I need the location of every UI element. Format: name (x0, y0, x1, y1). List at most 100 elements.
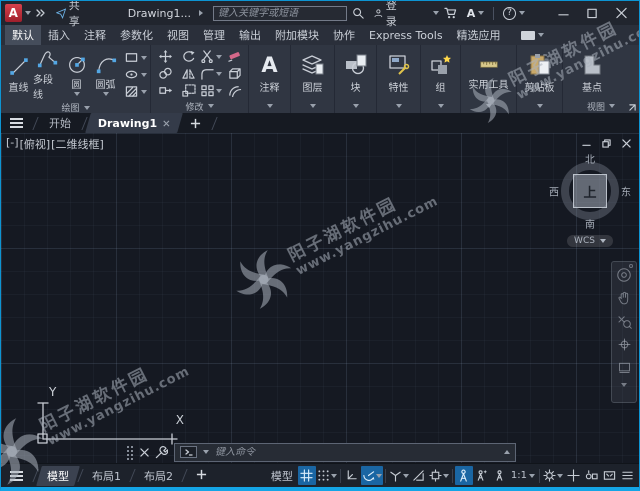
crosshair-button[interactable] (564, 466, 582, 485)
view-panel-label[interactable]: 视图 (563, 99, 639, 113)
ribbon-tab-home[interactable]: 默认 (5, 25, 41, 45)
command-line-grip[interactable] (126, 444, 134, 460)
showmotion-icon[interactable] (617, 360, 632, 375)
model-space-toggle[interactable]: 模型 (271, 468, 293, 484)
ribbon-tab-insert[interactable]: 插入 (41, 25, 77, 45)
title-caret-icon[interactable] (198, 10, 203, 16)
circle-tool[interactable]: 圆 (62, 53, 91, 96)
wcs-menu[interactable]: WCS (567, 235, 613, 247)
pan-hand-icon[interactable] (617, 291, 632, 306)
file-tabs-menu-button[interactable] (10, 118, 23, 128)
drawing-canvas[interactable]: [-] [俯视] [二维线框] 北 南 西 东 上 WCS Y X 键入命令 (1, 133, 639, 463)
object-snap-caret-icon[interactable] (442, 473, 449, 478)
ellipse-tool[interactable] (125, 68, 147, 81)
annotate-button[interactable]: A 注释 (252, 53, 287, 94)
workspace-switching-button[interactable] (542, 466, 564, 485)
ribbon-tab-output[interactable]: 输出 (232, 25, 268, 45)
compass-south[interactable]: 南 (585, 216, 595, 231)
view-dialog-launcher-icon[interactable] (629, 104, 636, 111)
sign-in-caret-icon[interactable] (432, 11, 439, 15)
offset-tool[interactable] (227, 84, 242, 97)
groups-panel-caret[interactable] (421, 99, 460, 113)
viewport-visual-style-control[interactable]: [二维线框] (51, 136, 104, 152)
isometric-drafting-toggle[interactable] (388, 466, 410, 485)
help-button[interactable]: ? (503, 6, 525, 20)
autodesk-app-button[interactable]: A (467, 7, 485, 20)
ribbon-tab-manage[interactable]: 管理 (196, 25, 232, 45)
ribbon-tab-addins[interactable]: 附加模块 (268, 25, 326, 45)
grid-toggle[interactable] (297, 466, 316, 485)
layers-panel-caret[interactable] (291, 99, 334, 113)
fillet-tool[interactable] (200, 67, 222, 80)
drawing1-tab[interactable]: Drawing1 (85, 113, 184, 133)
app-store-button[interactable] (444, 7, 457, 19)
drawing-minimize-button[interactable] (582, 139, 591, 148)
maximize-button[interactable] (587, 7, 598, 19)
ribbon-tab-view[interactable]: 视图 (160, 25, 196, 45)
block-panel-caret[interactable] (335, 99, 376, 113)
drawing-close-button[interactable] (622, 139, 631, 148)
command-line-bar[interactable] (174, 442, 516, 462)
rectangle-tool[interactable] (125, 51, 147, 64)
new-drawing-tab-button[interactable] (180, 113, 211, 133)
drawing-restore-button[interactable] (602, 139, 611, 148)
properties-button[interactable]: 特性 (380, 53, 417, 94)
isometric-caret-icon[interactable] (402, 473, 409, 478)
application-menu-button[interactable]: A (5, 4, 22, 22)
circle-split-caret-icon[interactable] (73, 92, 80, 96)
array-tool[interactable] (200, 84, 222, 97)
layout1-tab[interactable]: 布局1 (84, 466, 129, 486)
tab-close-icon[interactable] (163, 119, 170, 127)
modify-panel-label[interactable]: 修改 (151, 99, 248, 113)
viewcube-compass-ring[interactable]: 北 南 西 东 上 (549, 155, 631, 231)
close-button[interactable] (616, 7, 627, 19)
quick-access-expand-button[interactable] (35, 9, 46, 17)
compass-east[interactable]: 东 (621, 184, 631, 199)
ortho-toggle[interactable] (343, 466, 361, 485)
explode-tool[interactable] (227, 67, 242, 80)
layout2-tab[interactable]: 布局2 (136, 466, 181, 486)
command-customize-wrench-icon[interactable] (155, 445, 168, 459)
compass-north[interactable]: 北 (585, 151, 595, 166)
rotate-tool[interactable] (181, 50, 196, 63)
move-tool[interactable] (158, 50, 173, 63)
group-button[interactable]: 组 (424, 53, 457, 94)
mirror-tool[interactable] (181, 67, 196, 80)
navigation-bar[interactable] (611, 261, 637, 403)
isolate-objects-button[interactable] (582, 466, 600, 485)
ribbon-tab-express-tools[interactable]: Express Tools (362, 25, 450, 45)
polar-tracking-toggle[interactable] (360, 466, 383, 485)
command-prompt-icon[interactable] (180, 446, 197, 458)
layers-button[interactable]: 图层 (294, 53, 331, 94)
annotation-panel-caret[interactable] (249, 99, 290, 113)
arc-split-caret-icon[interactable] (102, 92, 109, 96)
app-menu-caret-icon[interactable] (24, 11, 31, 15)
command-history-caret-icon[interactable] (203, 450, 209, 454)
command-line-close-icon[interactable] (140, 447, 149, 457)
start-tab[interactable]: 开始 (39, 113, 81, 133)
ribbon-tab-annotate[interactable]: 注释 (77, 25, 113, 45)
ribbon-tab-collaborate[interactable]: 协作 (326, 25, 362, 45)
model-tab[interactable]: 模型 (36, 465, 80, 486)
minimize-button[interactable] (558, 7, 569, 19)
snap-caret-icon[interactable] (330, 473, 337, 478)
polar-caret-icon[interactable] (375, 473, 382, 478)
ribbon-tab-parametric[interactable]: 参数化 (113, 25, 160, 45)
command-input[interactable] (215, 446, 498, 458)
ribbon-display-toggle[interactable] (516, 25, 549, 45)
viewcube-top-face[interactable]: 上 (573, 174, 607, 208)
hatch-tool[interactable] (125, 85, 147, 98)
search-button[interactable] (352, 7, 364, 19)
workspace-caret-icon[interactable] (557, 473, 563, 478)
stretch-tool[interactable] (158, 84, 173, 97)
annotation-autoscale-toggle[interactable] (473, 466, 491, 485)
new-layout-button[interactable] (188, 467, 215, 485)
help-search-input[interactable] (212, 5, 347, 21)
annotation-scale-icon-button[interactable] (491, 466, 509, 485)
line-tool[interactable]: 直线 (4, 56, 33, 94)
paste-button[interactable]: 剪贴板 (521, 53, 559, 94)
object-snap-tracking-toggle[interactable] (410, 466, 428, 485)
compass-west[interactable]: 西 (549, 184, 559, 199)
layout-menu-button[interactable] (10, 470, 23, 481)
block-insert-button[interactable]: 块 (338, 53, 373, 94)
